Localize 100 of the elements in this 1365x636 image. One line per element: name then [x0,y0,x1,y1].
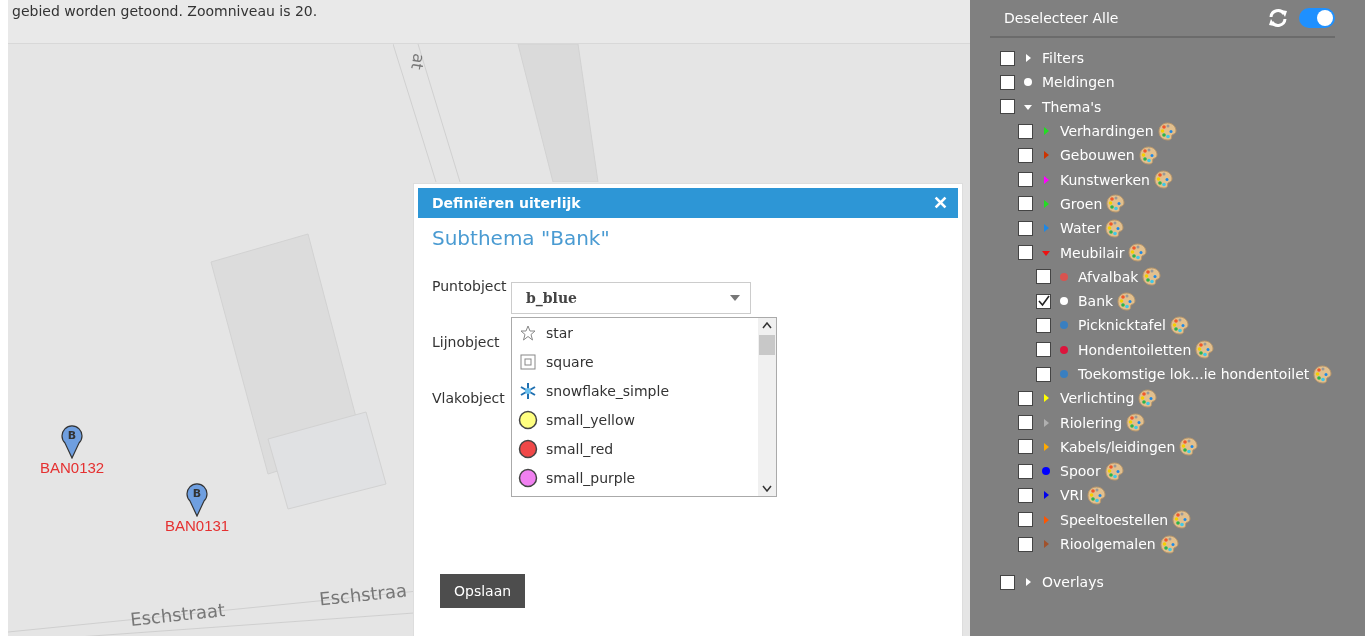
caret-right-icon[interactable] [1042,394,1050,403]
layer-label[interactable]: Afvalbak [1078,268,1139,285]
dropdown-option[interactable]: small_red [512,434,758,463]
caret-right-icon[interactable] [1042,418,1050,427]
layer-label[interactable]: Bank [1078,293,1114,310]
dropdown-option[interactable]: small_yellow [512,405,758,434]
map-notice: gebied worden getoond. Zoomniveau is 20. [8,0,970,44]
caret-right-icon[interactable] [1042,127,1050,136]
scrollbar-thumb[interactable] [759,335,775,355]
palette-icon[interactable] [1117,291,1137,311]
checkbox[interactable] [1018,196,1033,212]
layer-label[interactable]: Filters [1042,50,1084,67]
layer-label[interactable]: Toekomstige lok...ie hondentoilet [1078,366,1310,382]
layer-label[interactable]: Picknicktafel [1078,317,1166,334]
checkbox[interactable] [1000,99,1015,115]
caret-right-icon[interactable] [1024,54,1032,63]
layer-label[interactable]: Hondentoiletten [1078,341,1192,358]
close-button[interactable]: ✕ [933,192,948,214]
checkbox[interactable] [1018,390,1033,406]
palette-icon[interactable] [1104,461,1124,481]
checkbox[interactable] [1036,366,1051,382]
layer-label[interactable]: Speeltoestellen [1060,511,1169,528]
refresh-icon[interactable] [1267,8,1289,28]
street-label: Eschstraa [318,579,408,610]
palette-icon[interactable] [1313,364,1333,384]
layer-label[interactable]: Water [1060,220,1102,237]
checkbox[interactable] [1000,74,1015,90]
layer-label[interactable]: Kabels/leidingen [1060,438,1176,455]
layer-label[interactable]: Gebouwen [1060,147,1135,164]
palette-icon[interactable] [1105,218,1125,238]
checkbox[interactable] [1018,220,1033,236]
layer-label[interactable]: Kunstwerken [1060,171,1150,188]
palette-icon[interactable] [1128,243,1148,262]
dropdown-option[interactable]: star [512,318,758,347]
deselect-all-link[interactable]: Deselecteer Alle [1004,10,1257,26]
checkbox[interactable] [1018,488,1033,503]
caret-down-icon[interactable] [1024,102,1032,111]
pin-label: BAN0131 [165,517,230,534]
palette-icon[interactable] [1126,413,1146,433]
street-label: at [407,51,429,72]
checkbox[interactable] [1018,536,1033,552]
layer-label[interactable]: Meubilair [1060,244,1125,261]
layer-label[interactable]: Groen [1060,195,1103,212]
palette-icon[interactable] [1106,194,1126,214]
checkbox[interactable] [1000,50,1015,66]
checkbox[interactable] [1036,317,1051,333]
map-pin-icon[interactable]: B [186,483,209,517]
palette-icon[interactable] [1159,534,1179,554]
square-icon [518,353,538,370]
snowflake-icon [518,381,538,400]
palette-icon[interactable] [1157,121,1177,141]
checkbox[interactable] [1018,439,1033,455]
pin-label: BAN0132 [40,459,105,476]
checkbox[interactable] [1018,245,1033,260]
layer-label[interactable]: Riolering [1060,414,1123,431]
layer-label[interactable]: Rioolgemalen [1060,536,1156,553]
dropdown-option[interactable]: small_purple [512,463,758,492]
checkbox[interactable] [1000,574,1015,590]
map-pin-icon[interactable]: B [61,425,84,459]
checkbox[interactable] [1018,172,1033,188]
dropdown-option[interactable]: snowflake_simple [512,376,758,405]
caret-right-icon[interactable] [1042,442,1050,451]
toggle-switch[interactable] [1299,8,1335,28]
dropdown-option[interactable]: square [512,347,758,376]
layer-label[interactable]: Verhardingen [1060,123,1154,140]
palette-icon[interactable] [1087,486,1107,505]
caret-right-icon[interactable] [1024,578,1032,587]
street-label: Eschstraat [129,599,226,630]
star-icon [518,324,538,341]
layer-label[interactable]: Meldingen [1042,74,1115,91]
checkbox[interactable] [1018,147,1033,163]
checkbox[interactable] [1018,123,1033,139]
scroll-down-icon[interactable] [762,485,772,492]
palette-icon[interactable] [1153,170,1173,190]
symbol-select[interactable]: b_blue [511,282,751,314]
dialog-title: Definiëren uiterlijk [432,195,581,211]
layer-label[interactable]: VRI [1060,487,1084,504]
palette-icon[interactable] [1138,145,1158,165]
caret-icon [730,295,740,301]
layer-label[interactable]: Overlays [1042,574,1104,591]
palette-icon[interactable] [1142,267,1162,287]
caret-right-icon[interactable] [1042,491,1050,500]
scrollbar[interactable] [758,318,776,496]
layer-label[interactable]: Verlichting [1060,390,1135,407]
layer-label[interactable]: Spoor [1060,463,1101,480]
checkbox[interactable] [1018,463,1033,479]
checkbox[interactable] [1036,293,1051,309]
checkbox[interactable] [1018,415,1033,431]
checkbox[interactable] [1036,342,1051,358]
layer-label[interactable]: Thema's [1042,98,1102,115]
scroll-up-icon[interactable] [762,322,772,329]
save-button[interactable]: Opslaan [440,574,526,608]
palette-icon[interactable] [1172,510,1192,530]
palette-icon[interactable] [1169,315,1189,335]
caret-right-icon[interactable] [1042,199,1050,208]
palette-icon[interactable] [1195,340,1215,360]
palette-icon[interactable] [1179,437,1199,457]
checkbox[interactable] [1018,512,1033,528]
palette-icon[interactable] [1138,388,1158,408]
checkbox[interactable] [1036,269,1051,285]
